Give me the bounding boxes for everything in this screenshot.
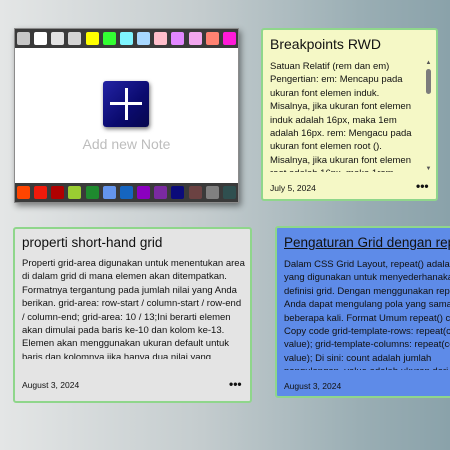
color-swatch-magenta[interactable]	[222, 32, 236, 45]
bottom-color-palette	[15, 183, 238, 202]
add-note-card: Add new Note	[14, 28, 239, 203]
note-date: August 3, 2024	[22, 380, 80, 390]
color-swatch-orange-red[interactable]	[17, 186, 30, 199]
more-options-icon[interactable]: •••	[229, 378, 242, 390]
color-swatch-pink[interactable]	[154, 32, 168, 45]
color-swatch-olive-green[interactable]	[68, 186, 82, 199]
color-swatch-dark-slate[interactable]	[222, 186, 236, 199]
note-card[interactable]: Breakpoints RWD Satuan Relatif (rem dan …	[261, 28, 438, 201]
note-title[interactable]: properti short-hand grid	[22, 235, 162, 250]
color-swatch-brown[interactable]	[188, 186, 202, 199]
add-note-area[interactable]: Add new Note	[15, 48, 238, 185]
note-title[interactable]: Breakpoints RWD	[270, 36, 381, 52]
note-title[interactable]: Pengaturan Grid dengan repeat()	[284, 235, 450, 250]
color-swatch-yellow[interactable]	[85, 32, 99, 45]
more-options-icon[interactable]: •••	[416, 180, 429, 192]
color-swatch-orchid[interactable]	[188, 32, 202, 45]
scroll-up-arrow-icon[interactable]: ▲	[425, 60, 432, 66]
color-swatch-white[interactable]	[34, 32, 48, 45]
color-swatch-light-gray[interactable]	[17, 32, 30, 45]
scroll-thumb[interactable]	[426, 69, 431, 94]
add-note-label: Add new Note	[82, 136, 171, 152]
color-swatch-light-silver[interactable]	[68, 32, 82, 45]
note-body[interactable]: Dalam CSS Grid Layout, repeat() adalah f…	[284, 258, 450, 370]
color-swatch-cornflower[interactable]	[102, 186, 116, 199]
color-swatch-violet[interactable]	[171, 32, 185, 45]
note-body[interactable]: Properti grid-area digunakan untuk menen…	[22, 257, 246, 359]
note-card[interactable]: properti short-hand grid Properti grid-a…	[13, 227, 252, 403]
add-note-plus-button[interactable]	[103, 81, 149, 127]
color-swatch-purple[interactable]	[137, 186, 151, 199]
note-date: August 3, 2024	[284, 381, 342, 391]
color-swatch-sky[interactable]	[137, 32, 151, 45]
note-date: July 5, 2024	[270, 183, 316, 193]
color-swatch-silver[interactable]	[51, 32, 65, 45]
color-swatch-maroon[interactable]	[51, 186, 65, 199]
color-swatch-gray[interactable]	[205, 186, 219, 199]
note-scrollbar[interactable]: ▲ ▼	[425, 60, 432, 172]
note-card[interactable]: Pengaturan Grid dengan repeat() Dalam CS…	[275, 226, 450, 398]
note-body[interactable]: Satuan Relatif (rem dan em) Pengertian: …	[270, 60, 420, 172]
color-swatch-indigo[interactable]	[154, 186, 168, 199]
top-color-palette	[15, 29, 238, 48]
color-swatch-aqua[interactable]	[119, 32, 133, 45]
color-swatch-salmon[interactable]	[205, 32, 219, 45]
scroll-down-arrow-icon[interactable]: ▼	[425, 166, 432, 172]
color-swatch-green[interactable]	[85, 186, 99, 199]
color-swatch-lime[interactable]	[102, 32, 116, 45]
color-swatch-red[interactable]	[34, 186, 48, 199]
color-swatch-navy[interactable]	[171, 186, 185, 199]
color-swatch-blue[interactable]	[119, 186, 133, 199]
